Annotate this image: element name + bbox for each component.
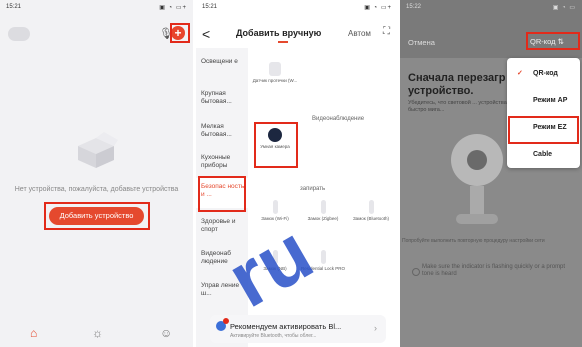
device-label: Замок (Zigbee) — [307, 216, 339, 221]
lock-icon — [320, 200, 326, 214]
active-tab-underline — [278, 41, 288, 43]
highlight-mode-selector — [526, 32, 580, 50]
sidebar-item-kitchen[interactable]: Кухонные приборы — [196, 154, 248, 170]
mode-dropdown-menu: ✓ QR-код Режим AP Режим EZ Cable — [507, 58, 580, 168]
page-title: Сначала перезагр устройство. — [408, 72, 506, 97]
tab-add-manually[interactable]: Добавить вручную — [236, 28, 321, 38]
empty-box-illustration — [78, 132, 118, 168]
status-bar: 15:21 ▣ ◔ ▭+ — [202, 4, 392, 16]
cancel-button[interactable]: Отмена — [408, 38, 435, 47]
notification-badge — [223, 318, 229, 324]
section-title-video: Видеонаблюдение — [312, 116, 365, 122]
lock-icon — [368, 200, 374, 214]
chevron-right-icon[interactable]: › — [374, 323, 377, 333]
device-lock-bluetooth[interactable]: Замок (Bluetooth) — [348, 200, 394, 221]
highlight-add-button — [44, 202, 150, 230]
device-label: Замок (Bluetooth) — [352, 216, 390, 221]
status-bar: 15:22 ▣ ◔ ▭ — [406, 4, 576, 16]
smart-tab-icon[interactable]: ☼ — [92, 326, 103, 340]
confirm-text: Make sure the indicator is flashing quic… — [422, 264, 566, 277]
menu-item-ap[interactable]: Режим AP — [507, 90, 580, 112]
sidebar-item-large-appliances[interactable]: Крупная бытовая... — [196, 90, 248, 106]
empty-state-text: Нет устройства, пожалуйста, добавьте уст… — [14, 186, 179, 193]
home-screen: 15:21 ▣ ◔ ▭+ 🎙 + Нет устройства, пожалуй… — [0, 0, 193, 347]
home-tab-icon[interactable]: ⌂ — [30, 326, 37, 340]
banner-subtitle: Активируйте Bluetooth, чтобы облег... — [230, 333, 317, 339]
instruction-text: Убедитесь, что световой ... устройства б… — [408, 100, 507, 113]
device-water-sensor[interactable]: Датчик протечки (W... — [252, 62, 298, 83]
home-selector-icon[interactable] — [8, 27, 30, 41]
reset-device-screen: 15:22 ▣ ◔ ▭ Отмена QR-код ⇅ Сначала пере… — [400, 0, 582, 347]
status-icons: ▣ ◔ ▭+ — [364, 5, 392, 11]
status-bar: 15:21 ▣ ◔ ▭+ — [6, 4, 187, 16]
status-time: 15:22 — [406, 4, 422, 10]
highlight-camera — [254, 122, 298, 168]
check-icon: ✓ — [517, 70, 523, 77]
lock-icon — [320, 250, 326, 264]
status-time: 15:21 — [6, 4, 22, 10]
status-time: 15:21 — [202, 4, 218, 10]
menu-item-cable[interactable]: Cable — [507, 144, 580, 166]
highlight-ez-mode — [508, 116, 579, 144]
tab-auto-scan[interactable]: Автом — [348, 29, 371, 38]
profile-tab-icon[interactable]: ☺ — [160, 326, 172, 340]
mic-icon[interactable]: 🎙 — [159, 27, 173, 41]
highlight-security — [198, 176, 246, 212]
retry-hint[interactable]: Попробуйте выполнить повторную процедуру… — [402, 238, 572, 244]
status-icons: ▣ ◔ ▭+ — [159, 5, 187, 11]
back-icon[interactable]: < — [202, 26, 210, 42]
bottom-tab-bar: ⌂ ☼ ☺ — [0, 320, 193, 347]
status-icons: ▣ ◔ ▭ — [552, 5, 576, 11]
menu-item-qr[interactable]: ✓ QR-код — [507, 63, 580, 85]
device-label: Датчик протечки (W... — [252, 78, 298, 83]
section-title-lock: запирать — [300, 186, 326, 192]
scan-icon[interactable]: ⛶ — [383, 26, 390, 37]
sidebar-item-lighting[interactable]: Освещени е — [196, 58, 248, 66]
confirm-checkbox[interactable] — [412, 268, 420, 276]
banner-title: Рекомендуем активировать Bl... — [230, 322, 342, 331]
camera-illustration — [451, 134, 503, 224]
water-sensor-icon — [269, 62, 281, 76]
sidebar-item-small-appliances[interactable]: Мелкая бытовая... — [196, 123, 248, 139]
device-lock-zigbee[interactable]: Замок (Zigbee) — [300, 200, 346, 221]
highlight-plus — [170, 23, 190, 43]
